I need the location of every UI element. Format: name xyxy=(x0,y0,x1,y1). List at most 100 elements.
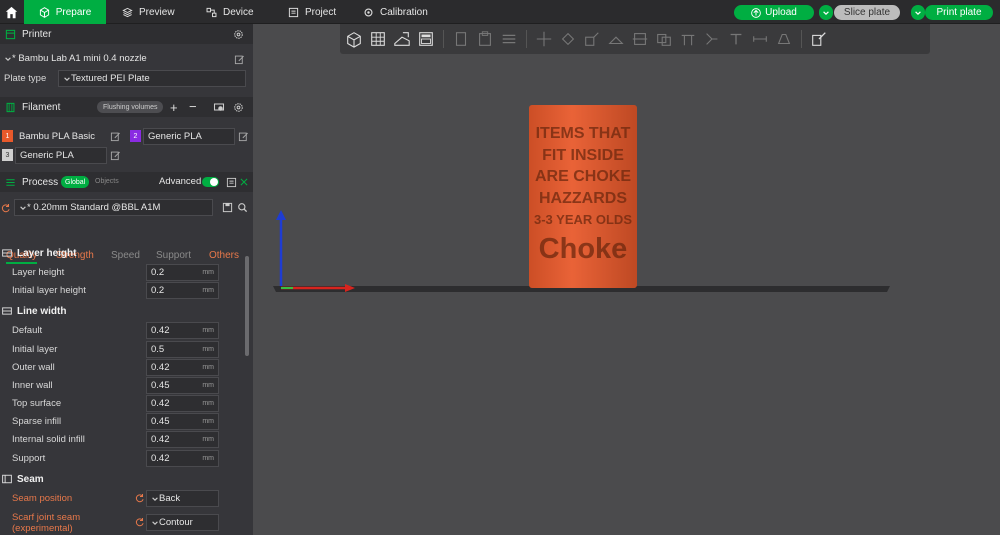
remove-filament-button[interactable]: − xyxy=(189,99,197,114)
print-label: Print plate xyxy=(936,7,982,18)
printer-select[interactable]: * Bambu Lab A1 mini 0.4 nozzle xyxy=(0,50,231,67)
slice-plate-button[interactable]: Slice plate xyxy=(834,5,900,20)
reset-icon[interactable] xyxy=(135,517,145,527)
inner-wall-line-width-input[interactable]: 0.45 mm xyxy=(146,377,219,394)
z-axis-arrowhead xyxy=(276,210,286,220)
setting-label: Initial layer xyxy=(12,344,58,355)
line-width-icon xyxy=(2,307,12,315)
setting-unit: mm xyxy=(202,400,214,407)
seam-group: Seam xyxy=(0,471,243,487)
sync-icon[interactable] xyxy=(213,101,225,113)
edit-icon[interactable] xyxy=(238,131,249,142)
upload-button[interactable]: Upload xyxy=(734,5,814,20)
advanced-switch[interactable] xyxy=(202,177,219,187)
filament-2-swatch[interactable]: 2 xyxy=(130,130,141,142)
objects-toggle[interactable]: Objects xyxy=(95,178,119,185)
model-object[interactable]: ITEMS THAT FIT INSIDE ARE CHOKE HAZZARDS… xyxy=(529,105,637,288)
compare-icon[interactable] xyxy=(226,177,237,188)
edit-icon[interactable] xyxy=(234,54,245,65)
support-line-width-input[interactable]: 0.42 mm xyxy=(146,450,219,467)
seam-position-label: Seam position xyxy=(12,493,73,504)
printer-section-header: Printer xyxy=(0,24,253,44)
scarf-joint-select[interactable]: Contour xyxy=(146,514,219,531)
filament-2-select[interactable]: Generic PLA xyxy=(143,128,235,145)
filament-3-select[interactable]: Generic PLA xyxy=(15,147,107,164)
model-text-line: ITEMS THAT xyxy=(535,125,631,142)
initial-layer-line-width-input[interactable]: 0.5 mm xyxy=(146,341,219,358)
edit-icon[interactable] xyxy=(110,150,121,161)
setting-label: Outer wall xyxy=(12,362,55,373)
model-text-line: HAZZARDS xyxy=(539,189,627,207)
slice-label: Slice plate xyxy=(843,7,891,18)
tab-label: Calibration xyxy=(380,6,428,18)
chevron-down-icon xyxy=(152,496,158,501)
upload-icon xyxy=(751,7,761,18)
setting-label: Support xyxy=(12,453,46,464)
gear-icon[interactable] xyxy=(233,29,244,40)
setting-unit: mm xyxy=(202,364,214,371)
slice-dropdown-button[interactable] xyxy=(819,5,833,20)
setting-unit: mm xyxy=(202,269,214,276)
internal-solid-infill-line-width-input[interactable]: 0.42 mm xyxy=(146,431,219,448)
add-filament-button[interactable]: + xyxy=(170,100,178,115)
sparse-infill-line-width-input[interactable]: 0.45 mm xyxy=(146,413,219,430)
chevron-down-icon xyxy=(20,205,26,210)
print-dropdown-button[interactable] xyxy=(911,5,925,20)
filament-1-swatch[interactable]: 1 xyxy=(2,130,13,142)
outer-wall-line-width-input[interactable]: 0.42 mm xyxy=(146,359,219,376)
scarf-joint-label-2: (experimental) xyxy=(12,523,73,534)
filament-name: Bambu PLA Basic xyxy=(19,131,96,142)
setting-label: Layer height xyxy=(12,267,65,278)
tab-project[interactable]: Project xyxy=(288,0,336,24)
printer-name: * Bambu Lab A1 mini 0.4 nozzle xyxy=(12,53,147,64)
global-toggle[interactable]: Global xyxy=(61,176,90,188)
reset-icon[interactable] xyxy=(135,493,145,503)
reset-icon[interactable] xyxy=(1,203,11,213)
model-text-line: Choke xyxy=(538,232,628,265)
setting-unit: mm xyxy=(202,382,214,389)
tab-device[interactable]: Device xyxy=(206,0,254,24)
settings-scrollbar[interactable] xyxy=(245,256,249,356)
layer-height-input[interactable]: 0.2 mm xyxy=(146,264,219,281)
filament-1-select[interactable]: Bambu PLA Basic xyxy=(15,128,107,145)
seam-position-select[interactable]: Back xyxy=(146,490,219,507)
setting-label: Internal solid infill xyxy=(12,434,85,445)
process-preset-select[interactable]: * 0.20mm Standard @BBL A1M xyxy=(14,199,213,216)
search-icon[interactable] xyxy=(237,202,248,213)
plate-type-select[interactable]: Textured PEI Plate xyxy=(58,70,246,87)
group-title: Seam xyxy=(17,473,44,485)
upload-label: Upload xyxy=(765,7,797,18)
setting-unit: mm xyxy=(202,346,214,353)
top-surface-line-width-input[interactable]: 0.42 mm xyxy=(146,395,219,412)
calibration-icon xyxy=(364,8,373,16)
edit-icon[interactable] xyxy=(110,131,121,142)
filament-3-swatch[interactable]: 3 xyxy=(2,149,13,161)
process-title: Process xyxy=(22,176,59,188)
tune-icon[interactable] xyxy=(239,177,249,187)
filament-num: 2 xyxy=(133,132,138,140)
filament-num: 1 xyxy=(5,132,10,140)
filament-section-header: Filament Flushing volumes + − xyxy=(0,97,253,117)
setting-value: 0.42 xyxy=(151,434,170,445)
print-plate-button[interactable]: Print plate xyxy=(925,5,993,20)
setting-label: Inner wall xyxy=(12,380,53,391)
preview-icon xyxy=(122,7,133,17)
setting-value: 0.42 xyxy=(151,453,170,464)
tab-preview[interactable]: Preview xyxy=(122,0,175,24)
group-title: Line width xyxy=(17,305,67,317)
setting-label: Initial layer height xyxy=(12,285,86,296)
setting-unit: mm xyxy=(202,327,214,334)
default-line-width-input[interactable]: 0.42 mm xyxy=(146,322,219,339)
3d-viewport[interactable]: ITEMS THAT FIT INSIDE ARE CHOKE HAZZARDS… xyxy=(253,24,1000,535)
chevron-down-icon xyxy=(823,10,829,15)
seam-position-value: Back xyxy=(159,493,181,504)
tab-label: Project xyxy=(305,6,337,18)
initial-layer-height-input[interactable]: 0.2 mm xyxy=(146,282,219,299)
gear-icon[interactable] xyxy=(233,102,244,113)
left-settings-panel: Printer * Bambu Lab A1 mini 0.4 nozzle P… xyxy=(0,24,253,535)
tab-calibration[interactable]: Calibration xyxy=(363,0,428,24)
home-button[interactable] xyxy=(0,0,22,24)
flushing-volumes-button[interactable]: Flushing volumes xyxy=(97,101,164,113)
save-icon[interactable] xyxy=(222,202,233,213)
tab-prepare[interactable]: Prepare xyxy=(24,0,106,24)
